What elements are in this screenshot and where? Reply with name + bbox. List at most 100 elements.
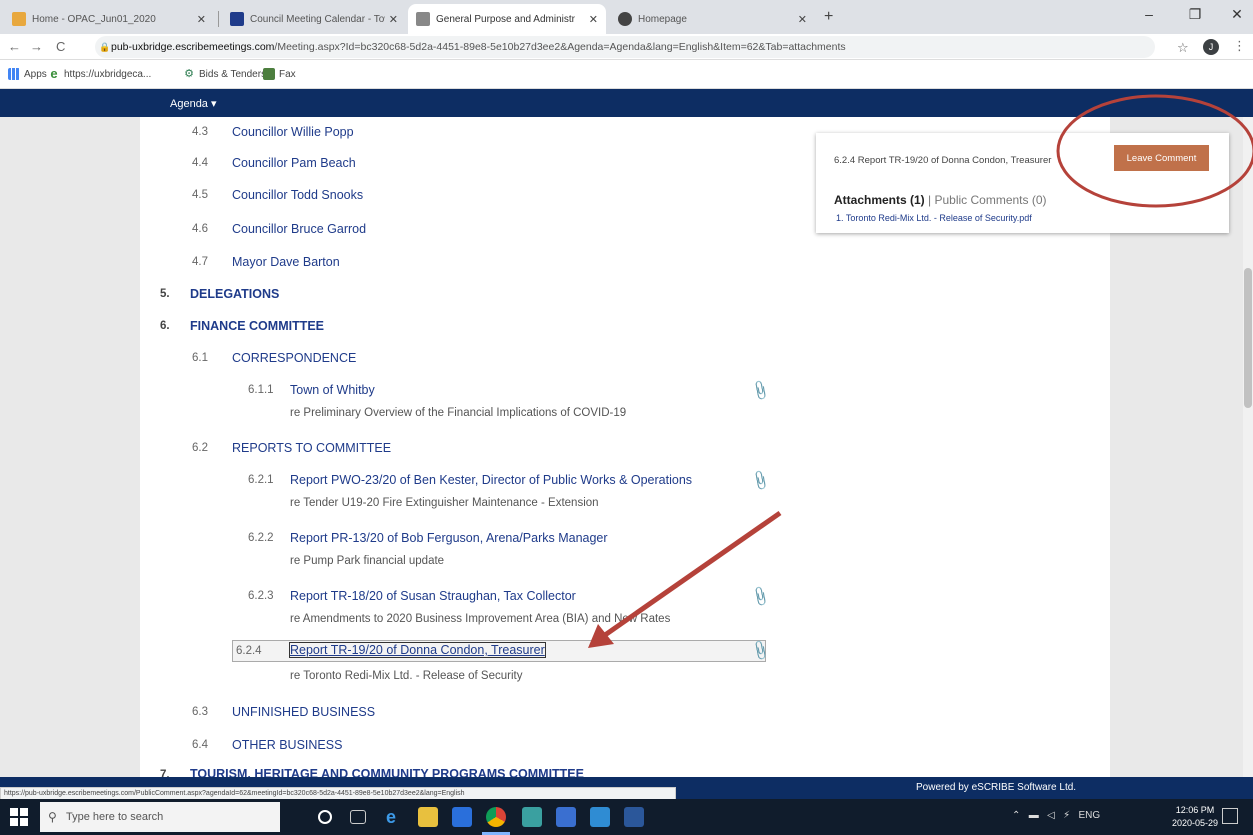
item-number: 4.6 — [192, 223, 208, 235]
section-tourism[interactable]: TOURISM, HERITAGE AND COMMUNITY PROGRAMS… — [190, 767, 584, 777]
url-host: pub-uxbridge.escribemeetings.com — [111, 41, 275, 53]
attachments-tab[interactable]: Attachments (1) — [834, 193, 925, 207]
language-indicator[interactable]: ENG — [1079, 810, 1101, 821]
tab-title: Homepage — [638, 13, 687, 25]
agenda-item-link[interactable]: Report TR-18/20 of Susan Straughan, Tax … — [290, 589, 576, 603]
chrome-icon[interactable] — [486, 807, 506, 827]
section-finance-committee[interactable]: FINANCE COMMITTEE — [190, 319, 324, 333]
public-comments-tab[interactable]: Public Comments (0) — [934, 193, 1046, 207]
battery-icon[interactable]: ⚡ — [1063, 810, 1070, 821]
cortana-icon[interactable] — [318, 810, 332, 824]
leave-comment-button[interactable]: Leave Comment — [1114, 145, 1209, 171]
url-path: /Meeting.aspx?Id=bc320c68-5d2a-4451-89e8… — [274, 41, 846, 53]
item-number: 6.3 — [192, 706, 208, 718]
outlook-icon[interactable] — [452, 807, 472, 827]
network-icon[interactable]: ▬ — [1029, 810, 1039, 821]
item-subtitle: re Toronto Redi-Mix Ltd. - Release of Se… — [290, 670, 523, 682]
tab-general-purpose[interactable]: General Purpose and Administr ✕ — [408, 4, 606, 34]
back-icon[interactable]: ← — [8, 39, 21, 54]
item-number: 4.7 — [192, 256, 208, 268]
attachment-file-link[interactable]: 1. Toronto Redi-Mix Ltd. - Release of Se… — [836, 213, 1032, 223]
tab-title: Council Meeting Calendar - Tow — [250, 13, 385, 25]
selected-agenda-item-link[interactable]: Report TR-19/20 of Donna Condon, Treasur… — [289, 642, 546, 658]
item-subtitle: re Pump Park financial update — [290, 555, 445, 567]
bookmark-uxbridge[interactable]: e https://uxbridgeca... — [48, 66, 151, 81]
agenda-item-link[interactable]: Councillor Todd Snooks — [232, 188, 363, 202]
scrollbar-thumb[interactable] — [1244, 268, 1252, 408]
agenda-item-link[interactable]: REPORTS TO COMMITTEE — [232, 441, 391, 455]
item-number: 6.2.4 — [236, 645, 262, 657]
footer-credit: Powered by eSCRIBE Software Ltd. — [916, 782, 1077, 793]
close-window-icon[interactable]: ✕ — [1222, 6, 1252, 23]
item-number: 4.5 — [192, 189, 208, 201]
tab-title: Home - OPAC_Jun01_2020 — [32, 13, 156, 25]
task-view-icon[interactable] — [350, 810, 366, 824]
agenda-item-link[interactable]: Town of Whitby — [290, 383, 375, 397]
tab-favicon — [230, 12, 244, 26]
section-delegations[interactable]: DELEGATIONS — [190, 287, 279, 301]
tab-favicon — [618, 12, 632, 26]
agenda-item-link[interactable]: Councillor Willie Popp — [232, 125, 354, 139]
taskbar-search-input[interactable]: ⚲ Type here to search — [40, 802, 280, 832]
section-number: 6. — [160, 320, 170, 332]
volume-icon[interactable]: ◁ — [1047, 810, 1055, 821]
agenda-dropdown[interactable]: Agenda ▾ — [170, 97, 217, 110]
agenda-item-link[interactable]: OTHER BUSINESS — [232, 738, 342, 752]
close-tab-icon[interactable]: ✕ — [589, 13, 598, 26]
bookmark-fax[interactable]: Fax — [263, 68, 296, 80]
tab-council-calendar[interactable]: Council Meeting Calendar - Tow ✕ — [222, 4, 406, 34]
item-subtitle: re Tender U19-20 Fire Extinguisher Maint… — [290, 497, 599, 509]
windows-start-icon[interactable] — [10, 808, 28, 826]
browser-tab-bar: Home - OPAC_Jun01_2020 ✕ Council Meeting… — [0, 0, 1253, 34]
app-icon[interactable] — [556, 807, 576, 827]
close-tab-icon[interactable]: ✕ — [798, 13, 807, 26]
notifications-icon[interactable] — [1222, 808, 1238, 824]
bookmark-star-icon[interactable]: ☆ — [1177, 40, 1189, 56]
item-number: 6.1.1 — [248, 384, 274, 396]
comment-panel: 6.2.4 Report TR-19/20 of Donna Condon, T… — [816, 133, 1229, 233]
new-tab-icon[interactable]: + — [824, 8, 833, 26]
word-icon[interactable] — [624, 807, 644, 827]
lock-icon: 🔒 — [99, 42, 111, 52]
file-explorer-icon[interactable] — [418, 807, 438, 827]
ie-icon: e — [50, 66, 58, 81]
item-number: 6.2 — [192, 442, 208, 454]
tab-homepage[interactable]: Homepage ✕ — [610, 4, 815, 34]
forward-icon[interactable]: → — [30, 39, 43, 54]
restore-icon[interactable]: ❐ — [1180, 6, 1210, 23]
profile-avatar[interactable]: J — [1203, 39, 1219, 55]
close-tab-icon[interactable]: ✕ — [197, 13, 206, 26]
minimize-icon[interactable]: – — [1134, 6, 1164, 22]
tab-home[interactable]: Home - OPAC_Jun01_2020 ✕ — [4, 4, 214, 34]
item-number: 6.4 — [192, 739, 208, 751]
agenda-item-link[interactable]: Councillor Pam Beach — [232, 156, 356, 170]
reload-icon[interactable]: C — [56, 39, 65, 54]
agenda-item-link[interactable]: UNFINISHED BUSINESS — [232, 705, 375, 719]
page-scrollbar[interactable] — [1243, 117, 1253, 777]
item-number: 4.4 — [192, 157, 208, 169]
app-icon[interactable] — [522, 807, 542, 827]
agenda-item-link[interactable]: Report PWO-23/20 of Ben Kester, Director… — [290, 473, 692, 487]
address-bar: ← → C 🔒 pub-uxbridge.escribemeetings.com… — [0, 34, 1253, 60]
agenda-item-link[interactable]: CORRESPONDENCE — [232, 351, 356, 365]
bookmark-bids-tenders[interactable]: ⚙ Bids & Tenders — [183, 68, 266, 80]
section-number: 5. — [160, 288, 170, 300]
taskbar-clock[interactable]: 12:06 PM 2020-05-29 — [1172, 804, 1218, 830]
agenda-item-link[interactable]: Report PR-13/20 of Bob Ferguson, Arena/P… — [290, 531, 608, 545]
site-header: Agenda ▾ — [0, 89, 1253, 117]
agenda-item-link[interactable]: Mayor Dave Barton — [232, 255, 340, 269]
item-number: 6.1 — [192, 352, 208, 364]
url-input[interactable]: 🔒 pub-uxbridge.escribemeetings.com/Meeti… — [95, 36, 1155, 58]
bids-icon: ⚙ — [184, 68, 194, 80]
close-tab-icon[interactable]: ✕ — [389, 13, 398, 26]
item-number: 4.3 — [192, 126, 208, 138]
section-number: 7. — [160, 769, 170, 777]
item-number: 6.2.3 — [248, 590, 274, 602]
edge-icon[interactable]: e — [386, 807, 406, 827]
bookmark-apps[interactable]: Apps — [8, 68, 47, 80]
app-icon[interactable] — [590, 807, 610, 827]
fax-icon — [263, 68, 275, 80]
tray-chevron-icon[interactable]: ⌃ — [1012, 810, 1020, 821]
browser-menu-icon[interactable]: ⋮ — [1233, 38, 1246, 54]
agenda-item-link[interactable]: Councillor Bruce Garrod — [232, 222, 366, 236]
